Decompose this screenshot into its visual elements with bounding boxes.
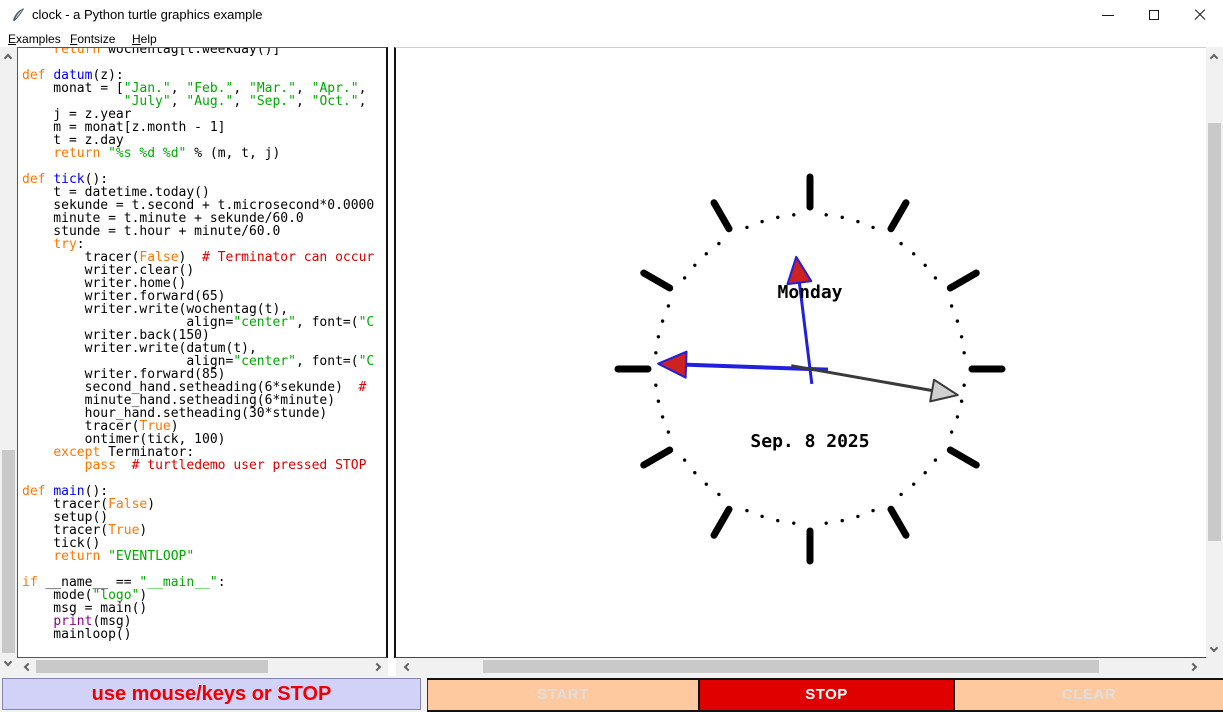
weekday-label: Monday <box>777 282 842 303</box>
second-hand-arrow <box>930 380 958 402</box>
hour-hand-arrow <box>787 257 811 284</box>
maximize-icon <box>1149 10 1159 20</box>
start-button[interactable]: START <box>427 680 698 710</box>
menu-item-fontsize[interactable]: Fontsize <box>66 31 119 47</box>
close-icon <box>1194 9 1206 21</box>
title-bar: clock - a Python turtle graphics example <box>0 0 1223 30</box>
menu-item-examples[interactable]: Examples <box>4 31 65 47</box>
scroll-left-icon[interactable] <box>404 663 412 671</box>
editor-vscroll-thumb[interactable] <box>2 450 15 653</box>
code-pane[interactable]: return wochentag[t.weekday()] def datum(… <box>17 47 388 658</box>
minute-hand-arrow <box>658 352 686 378</box>
canvas-hscroll-thumb[interactable] <box>483 660 1099 673</box>
scroll-left-icon[interactable] <box>24 663 32 671</box>
app-window: clock - a Python turtle graphics example… <box>0 0 1223 712</box>
editor-hscroll-thumb[interactable] <box>36 660 268 673</box>
clock-hands <box>658 257 958 402</box>
menu-bar: Examples Fontsize Help <box>0 30 1223 47</box>
scroll-up-icon[interactable] <box>4 54 12 62</box>
stop-button[interactable]: STOP <box>698 680 955 710</box>
scroll-down-icon[interactable] <box>4 658 12 666</box>
minimize-button[interactable] <box>1085 0 1131 30</box>
canvas-horizontal-scrollbar[interactable] <box>396 658 1223 676</box>
second-hand <box>791 366 934 391</box>
clear-button[interactable]: CLEAR <box>955 680 1223 710</box>
bottom-bar: use mouse/keys or STOP START STOP CLEAR <box>0 676 1223 712</box>
editor-vertical-scrollbar[interactable] <box>0 47 17 676</box>
turtle-canvas[interactable]: Monday Sep. 8 2025 <box>394 47 1206 658</box>
button-strip: START STOP CLEAR <box>427 678 1223 712</box>
editor-horizontal-scrollbar[interactable] <box>17 658 388 676</box>
menu-item-help[interactable]: Help <box>128 31 161 47</box>
window-title: clock - a Python turtle graphics example <box>32 7 263 22</box>
scroll-down-icon[interactable] <box>1210 644 1218 652</box>
clock-svg: Monday Sep. 8 2025 <box>396 48 1206 657</box>
maximize-button[interactable] <box>1131 0 1177 30</box>
close-button[interactable] <box>1177 0 1223 30</box>
status-message: use mouse/keys or STOP <box>2 678 421 710</box>
scroll-right-icon[interactable] <box>1189 663 1197 671</box>
scroll-right-icon[interactable] <box>373 663 381 671</box>
minimize-icon <box>1102 15 1114 16</box>
date-label: Sep. 8 2025 <box>750 431 869 452</box>
code-text: return wochentag[t.weekday()] def datum(… <box>22 47 374 641</box>
canvas-vertical-scrollbar[interactable] <box>1206 47 1223 658</box>
scroll-up-icon[interactable] <box>1210 54 1218 62</box>
app-icon <box>10 7 26 23</box>
canvas-vscroll-thumb[interactable] <box>1208 123 1221 541</box>
